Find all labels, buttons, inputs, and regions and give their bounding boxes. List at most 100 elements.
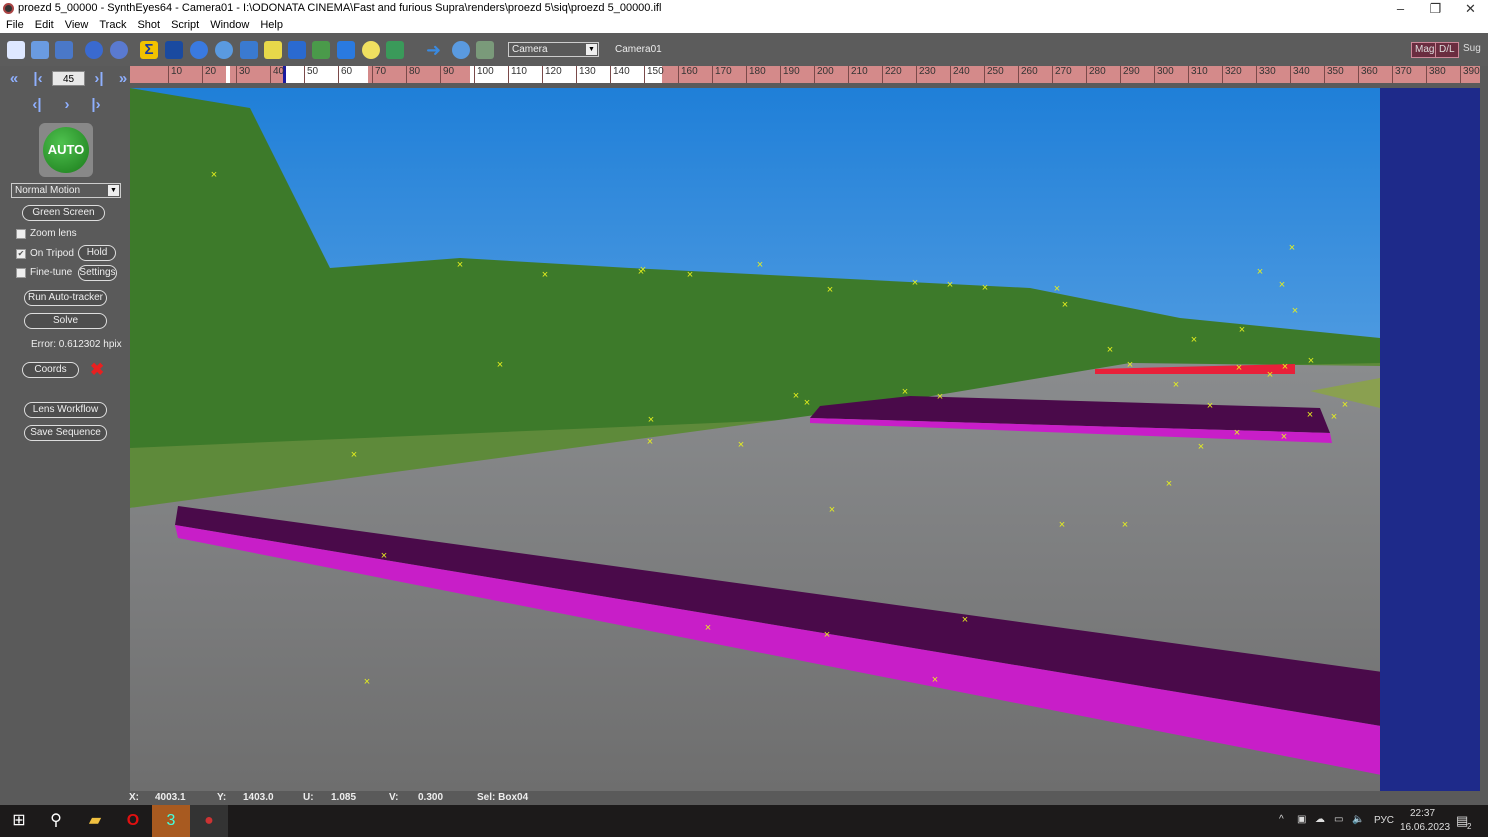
- gear-icon[interactable]: [190, 41, 208, 59]
- view-select[interactable]: Camera ▼: [508, 42, 599, 57]
- coords-button[interactable]: Coords: [22, 362, 79, 378]
- opera-icon[interactable]: O: [114, 805, 152, 837]
- tracker-marker[interactable]: ×: [1166, 478, 1172, 490]
- run-autotracker-button[interactable]: Run Auto-tracker: [24, 290, 107, 306]
- frame-icon[interactable]: [476, 41, 494, 59]
- paw-icon[interactable]: [215, 41, 233, 59]
- current-frame-field[interactable]: 45: [52, 71, 85, 86]
- tracker-marker[interactable]: ×: [1282, 361, 1288, 373]
- tracker-marker[interactable]: ×: [827, 284, 833, 296]
- arrow-right-icon[interactable]: ➜: [426, 41, 444, 59]
- tracker-marker[interactable]: ×: [687, 269, 693, 281]
- tracker-marker[interactable]: ×: [351, 449, 357, 461]
- tracker-marker[interactable]: ×: [1307, 409, 1313, 421]
- first-frame-icon[interactable]: |‹: [28, 70, 48, 87]
- green-screen-button[interactable]: Green Screen: [22, 205, 105, 221]
- redo-icon[interactable]: [110, 41, 128, 59]
- tracker-marker[interactable]: ×: [1191, 334, 1197, 346]
- tracker-marker[interactable]: ×: [1127, 359, 1133, 371]
- zoom-lens-checkbox[interactable]: [16, 229, 26, 239]
- tracker-marker[interactable]: ×: [1292, 305, 1298, 317]
- menu-file[interactable]: File: [6, 17, 24, 33]
- hold-button[interactable]: Hold: [78, 245, 116, 261]
- menu-help[interactable]: Help: [260, 17, 283, 33]
- speaker-icon[interactable]: [264, 41, 282, 59]
- file-explorer-icon[interactable]: ▰: [76, 805, 114, 837]
- tracker-marker[interactable]: ×: [937, 391, 943, 403]
- clock-time[interactable]: 22:37: [1410, 808, 1435, 819]
- tracker-marker[interactable]: ×: [364, 676, 370, 688]
- tracker-marker[interactable]: ×: [902, 386, 908, 398]
- tracker-marker[interactable]: ×: [829, 504, 835, 516]
- tracker-marker[interactable]: ×: [211, 169, 217, 181]
- tracker-marker[interactable]: ×: [457, 259, 463, 271]
- onedrive-icon[interactable]: ☁: [1315, 814, 1325, 825]
- clock-date[interactable]: 16.06.2023: [1400, 822, 1450, 833]
- tracker-marker[interactable]: ×: [1331, 411, 1337, 423]
- move-icon[interactable]: [240, 41, 258, 59]
- volume-icon[interactable]: 🔈: [1352, 814, 1364, 825]
- tracker-marker[interactable]: ×: [705, 622, 711, 634]
- tracker-marker[interactable]: ×: [1059, 519, 1065, 531]
- curves-icon[interactable]: [386, 41, 404, 59]
- menu-edit[interactable]: Edit: [35, 17, 54, 33]
- tracker-marker[interactable]: ×: [648, 414, 654, 426]
- tracker-marker[interactable]: ×: [647, 436, 653, 448]
- cube-icon[interactable]: [337, 41, 355, 59]
- tracker-marker[interactable]: ×: [1279, 279, 1285, 291]
- camera-viewport[interactable]: × × × × × × × × × × × × × × × × × × × × × × × × × × × × × × × × × × × × × × × ×…: [130, 88, 1480, 791]
- minimize-button[interactable]: –: [1383, 0, 1418, 17]
- tray-chevron-icon[interactable]: ^: [1279, 814, 1284, 825]
- new-file-icon[interactable]: [7, 41, 25, 59]
- save-sequence-button[interactable]: Save Sequence: [24, 425, 107, 441]
- tracker-marker[interactable]: ×: [1236, 362, 1242, 374]
- 3dsmax-icon[interactable]: 3: [152, 805, 190, 837]
- tracker-marker[interactable]: ×: [947, 279, 953, 291]
- tracker-marker[interactable]: ×: [824, 629, 830, 641]
- tracker-marker[interactable]: ×: [1267, 369, 1273, 381]
- rewind-icon[interactable]: «: [4, 70, 24, 87]
- summary-sigma-icon[interactable]: Σ: [140, 41, 158, 59]
- graph-icon[interactable]: [312, 41, 330, 59]
- tracker-marker[interactable]: ×: [381, 550, 387, 562]
- search-icon[interactable]: ⚲: [37, 805, 75, 837]
- save-icon[interactable]: [55, 41, 73, 59]
- menu-view[interactable]: View: [65, 17, 89, 33]
- tracker-marker[interactable]: ×: [982, 282, 988, 294]
- network-icon[interactable]: ▭: [1334, 814, 1343, 825]
- on-tripod-checkbox[interactable]: ✔: [16, 249, 26, 259]
- language-indicator[interactable]: РУС: [1374, 815, 1394, 826]
- tracker-marker[interactable]: ×: [1281, 431, 1287, 443]
- tracker-marker[interactable]: ×: [1289, 242, 1295, 254]
- timeline[interactable]: 10 20 30 40 50 60 70 80 90 100 110 120 130 140 150 160 1…: [130, 66, 1480, 83]
- tray-webcam-icon[interactable]: ▣: [1297, 814, 1306, 825]
- tracker-marker[interactable]: ×: [1308, 355, 1314, 367]
- menu-shot[interactable]: Shot: [137, 17, 160, 33]
- tracker-marker[interactable]: ×: [793, 390, 799, 402]
- syntheyes-icon[interactable]: ●: [190, 805, 228, 837]
- tracker-marker[interactable]: ×: [1207, 400, 1213, 412]
- windows-start-icon[interactable]: ⊞: [0, 805, 38, 837]
- tracker-marker[interactable]: ×: [757, 259, 763, 271]
- tracker-marker[interactable]: ×: [1257, 266, 1263, 278]
- tracker-marker[interactable]: ×: [1173, 379, 1179, 391]
- tracker-marker[interactable]: ×: [497, 359, 503, 371]
- tracker-marker[interactable]: ×: [804, 397, 810, 409]
- motion-select[interactable]: Normal Motion ▼: [11, 183, 121, 198]
- scene-svg[interactable]: × × × × × × × × × × × × × × × × × × × × × × × × × × × × × × × × × × × × × × × ×…: [130, 88, 1480, 791]
- tracker-marker[interactable]: ×: [962, 614, 968, 626]
- fine-tune-checkbox[interactable]: [16, 268, 26, 278]
- tracker-marker[interactable]: ×: [1107, 344, 1113, 356]
- next-key-icon[interactable]: |›: [86, 96, 106, 113]
- last-frame-icon[interactable]: ›|: [89, 70, 109, 87]
- menu-track[interactable]: Track: [99, 17, 126, 33]
- tracker-marker[interactable]: ×: [738, 439, 744, 451]
- undo-icon[interactable]: [85, 41, 103, 59]
- tracker-marker[interactable]: ×: [932, 674, 938, 686]
- tracker-marker[interactable]: ×: [912, 277, 918, 289]
- tracker-marker[interactable]: ×: [1198, 441, 1204, 453]
- auto-button[interactable]: AUTO: [39, 123, 93, 177]
- menu-script[interactable]: Script: [171, 17, 199, 33]
- open-folder-icon[interactable]: [31, 41, 49, 59]
- tracker-marker[interactable]: ×: [1342, 399, 1348, 411]
